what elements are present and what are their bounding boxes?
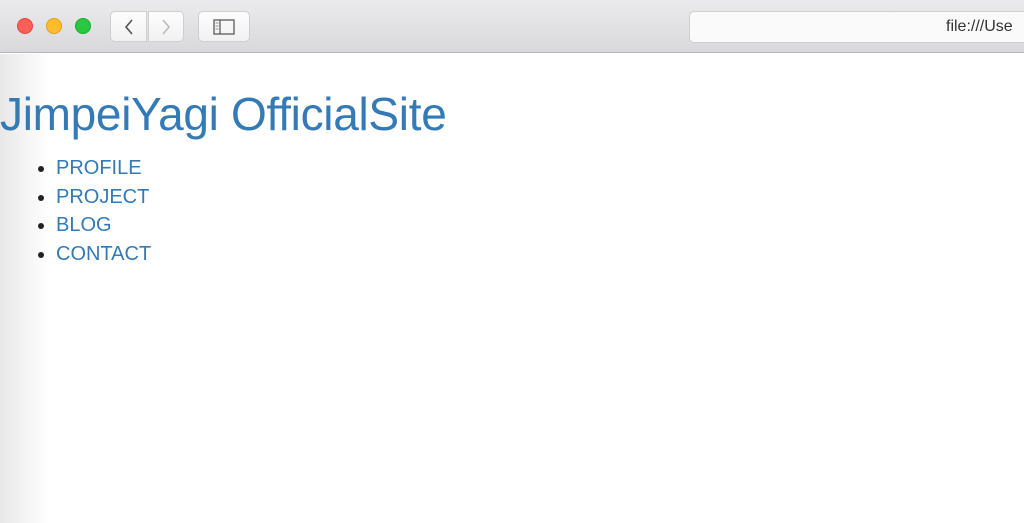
nav-link-project[interactable]: PROJECT	[56, 186, 149, 208]
forward-button[interactable]	[148, 11, 184, 42]
site-title-link[interactable]: JimpeiYagi OfficialSite	[0, 88, 447, 140]
close-window-button[interactable]	[17, 18, 33, 34]
nav-link-profile[interactable]: PROFILE	[56, 157, 142, 179]
nav-link-contact[interactable]: CONTACT	[56, 243, 151, 265]
chevron-right-icon	[162, 18, 171, 35]
nav-item-project: PROJECT	[56, 183, 151, 212]
nav-link-blog[interactable]: BLOG	[56, 214, 112, 236]
address-bar[interactable]: file:///Use	[689, 11, 1024, 43]
maximize-window-button[interactable]	[75, 18, 91, 34]
sidebar-icon	[213, 18, 235, 35]
nav-list: PROFILE PROJECT BLOG CONTACT	[0, 154, 151, 269]
sidebar-toggle-button[interactable]	[198, 11, 250, 42]
browser-toolbar: file:///Use	[0, 0, 1024, 53]
back-button[interactable]	[110, 11, 147, 42]
chevron-left-icon	[124, 18, 133, 35]
web-page: JimpeiYagi OfficialSite PROFILE PROJECT …	[0, 54, 1024, 523]
site-title[interactable]: JimpeiYagi OfficialSite	[0, 87, 447, 141]
nav-item-profile: PROFILE	[56, 154, 151, 183]
minimize-window-button[interactable]	[46, 18, 62, 34]
nav-item-blog: BLOG	[56, 211, 151, 240]
nav-item-contact: CONTACT	[56, 240, 151, 269]
